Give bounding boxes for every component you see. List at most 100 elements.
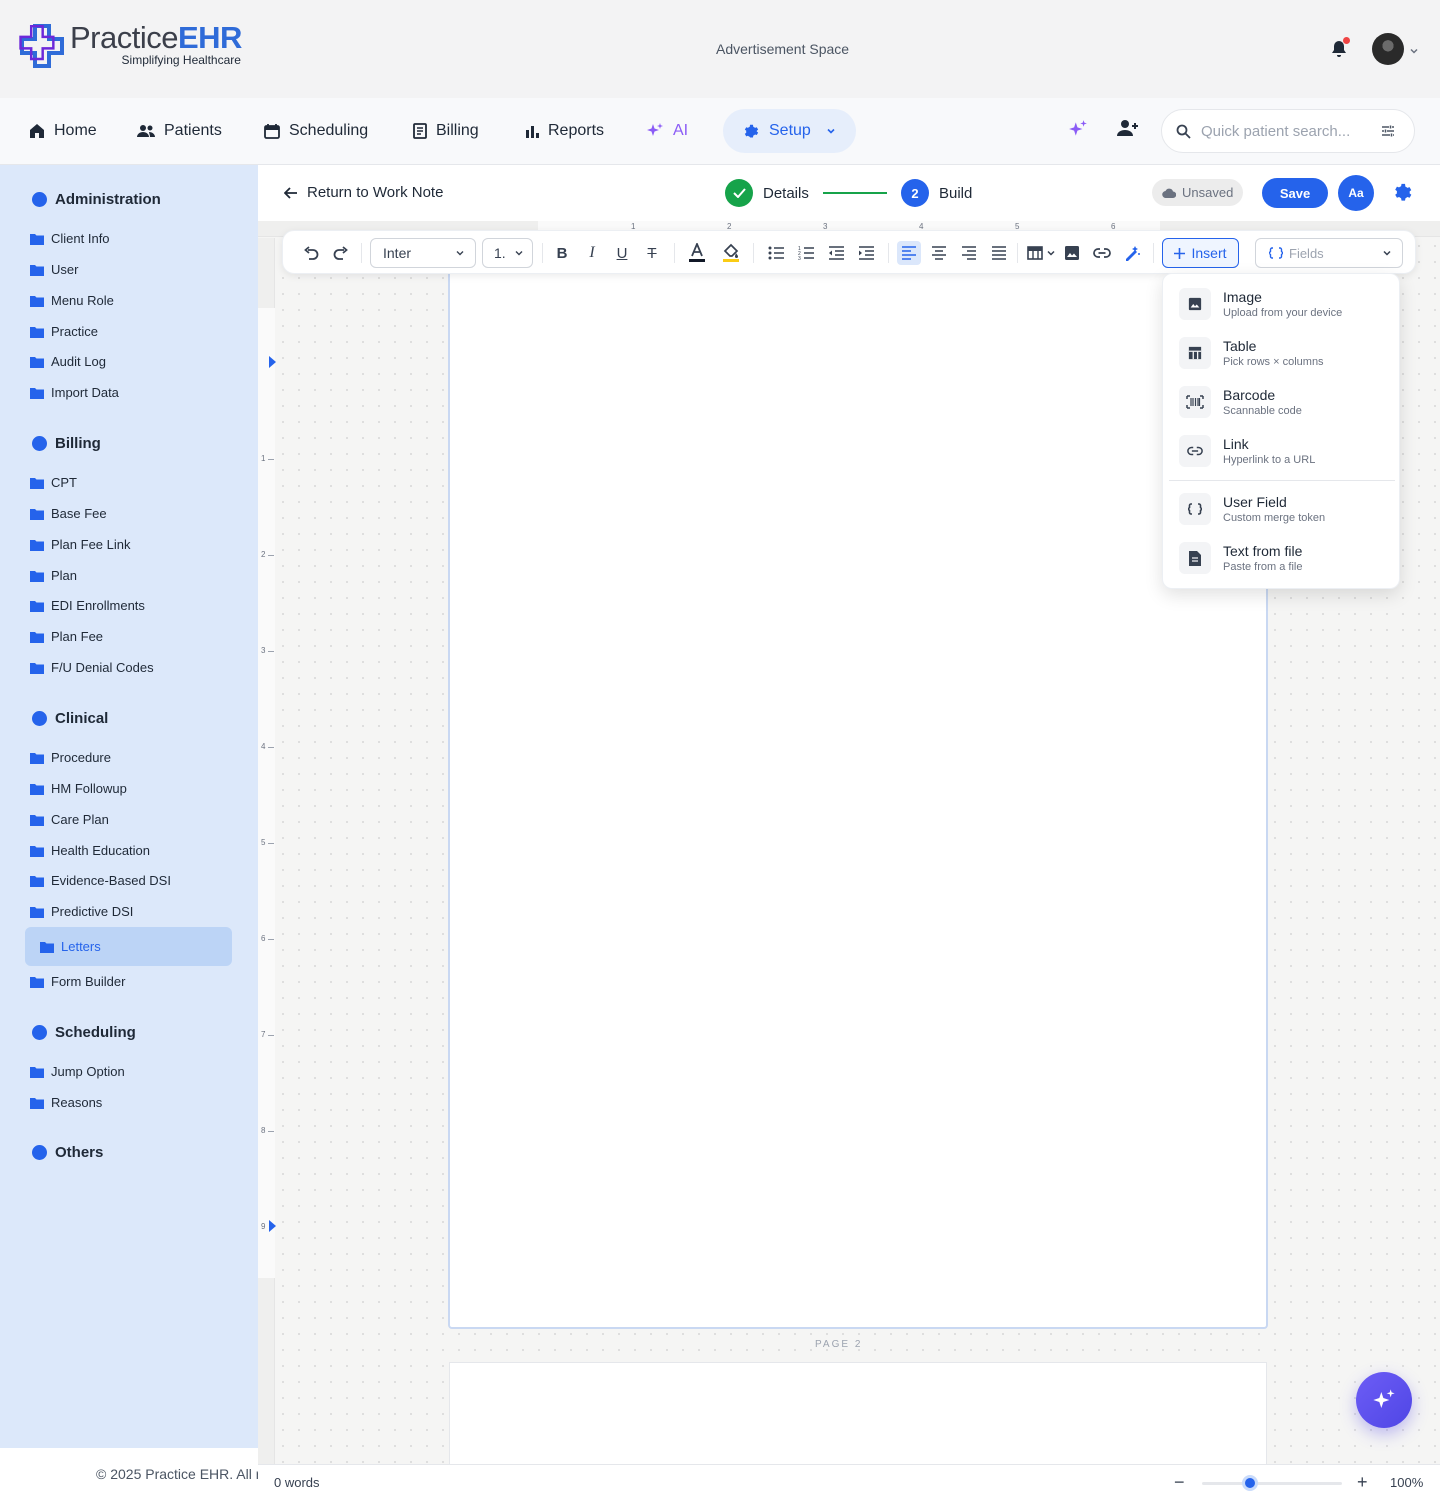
nav-setup[interactable]: Setup: [723, 109, 856, 153]
sidebar-item-form-builder[interactable]: Form Builder: [30, 974, 125, 989]
underline-icon[interactable]: U: [610, 241, 634, 265]
step-details[interactable]: Details: [725, 179, 809, 207]
align-right-icon[interactable]: [957, 241, 981, 265]
step-build[interactable]: 2 Build: [901, 179, 972, 207]
quick-patient-search[interactable]: [1161, 109, 1415, 153]
table-dropdown-icon[interactable]: [1023, 241, 1059, 265]
text-color-icon[interactable]: [685, 241, 709, 265]
insert-menu-item-barcode[interactable]: Barcode Scannable code: [1179, 386, 1302, 418]
nav-patients[interactable]: Patients: [137, 98, 222, 164]
sidebar-item-procedure[interactable]: Procedure: [30, 750, 111, 765]
bold-icon[interactable]: B: [550, 241, 574, 265]
folder-icon: [40, 941, 54, 953]
italic-icon[interactable]: I: [580, 241, 604, 265]
font-size-select[interactable]: 1.: [482, 238, 533, 268]
ai-sparkle-button[interactable]: [1068, 119, 1088, 144]
sidebar-item-reasons[interactable]: Reasons: [30, 1095, 102, 1110]
nav-scheduling-label: Scheduling: [289, 122, 369, 139]
user-avatar[interactable]: [1372, 33, 1404, 65]
sidebar-item-practice[interactable]: Practice: [30, 324, 98, 339]
sidebar-item-user[interactable]: User: [30, 262, 78, 277]
document-page-2[interactable]: [449, 1362, 1267, 1464]
insert-menu-item-user-field[interactable]: User Field Custom merge token: [1179, 493, 1325, 525]
sidebar-item-cpt[interactable]: CPT: [30, 475, 77, 490]
align-justify-icon[interactable]: [987, 241, 1011, 265]
zoom-slider-thumb[interactable]: [1241, 1475, 1258, 1491]
align-center-icon[interactable]: [927, 241, 951, 265]
sidebar-item-plan-fee-link[interactable]: Plan Fee Link: [30, 537, 131, 552]
zoom-in-button[interactable]: +: [1357, 1472, 1368, 1493]
return-to-work-note-link[interactable]: Return to Work Note: [284, 184, 443, 201]
sidebar-item-audit-log[interactable]: Audit Log: [30, 354, 106, 369]
add-patient-button[interactable]: [1117, 119, 1139, 142]
link-icon[interactable]: [1090, 241, 1114, 265]
link-icon: [1179, 435, 1211, 467]
insert-button[interactable]: Insert: [1162, 238, 1239, 268]
sidebar-item-letters[interactable]: Letters: [25, 927, 232, 966]
sidebar-item-plan[interactable]: Plan: [30, 568, 77, 583]
nav-ai[interactable]: AI: [646, 98, 688, 164]
sidebar-item-health-education[interactable]: Health Education: [30, 843, 150, 858]
font-family-select[interactable]: Inter: [370, 238, 476, 268]
document-page-1[interactable]: [448, 238, 1268, 1329]
insert-menu-item-image[interactable]: Image Upload from your device: [1179, 288, 1342, 320]
sidebar-item-fu-denial-codes[interactable]: F/U Denial Codes: [30, 660, 154, 675]
group-dot: [32, 192, 47, 207]
strikethrough-icon[interactable]: T: [640, 241, 664, 265]
nav-home[interactable]: Home: [29, 98, 97, 164]
vertical-ruler[interactable]: 1 2 3 4 5 6 7 8 9: [258, 238, 276, 1464]
sidebar-item-jump-option[interactable]: Jump Option: [30, 1064, 125, 1079]
sidebar-group-billing[interactable]: Billing: [32, 435, 101, 452]
sidebar-item-predictive-dsi[interactable]: Predictive DSI: [30, 904, 133, 919]
sidebar-group-administration[interactable]: Administration: [32, 191, 161, 208]
folder-icon: [30, 906, 44, 918]
insert-menu-item-link[interactable]: Link Hyperlink to a URL: [1179, 435, 1315, 467]
sidebar-group-scheduling[interactable]: Scheduling: [32, 1024, 136, 1041]
logo[interactable]: PracticeEHR Simplifying Healthcare: [18, 22, 242, 72]
sidebar-item-edi-enrollments[interactable]: EDI Enrollments: [30, 598, 145, 613]
nav-billing[interactable]: Billing: [413, 98, 479, 164]
filter-sliders-icon[interactable]: [1381, 124, 1395, 138]
insert-menu-item-table[interactable]: Table Pick rows × columns: [1179, 337, 1324, 369]
outdent-icon[interactable]: [824, 241, 848, 265]
sidebar-item-menu-role[interactable]: Menu Role: [30, 293, 114, 308]
ruler-number: 4: [261, 742, 266, 751]
chevron-down-icon[interactable]: [1409, 43, 1419, 61]
search-input[interactable]: [1201, 122, 1371, 140]
editor-settings-gear-icon[interactable]: [1392, 182, 1414, 209]
fields-select[interactable]: Fields: [1255, 238, 1403, 268]
sidebar-item-plan-fee[interactable]: Plan Fee: [30, 629, 103, 644]
image-icon[interactable]: [1060, 241, 1084, 265]
sidebar-item-import-data[interactable]: Import Data: [30, 385, 119, 400]
nav-reports[interactable]: Reports: [525, 98, 604, 164]
undo-icon[interactable]: [299, 241, 323, 265]
sidebar-group-clinical[interactable]: Clinical: [32, 710, 108, 727]
sidebar-item-care-plan[interactable]: Care Plan: [30, 812, 109, 827]
indent-icon[interactable]: [854, 241, 878, 265]
numbered-list-icon[interactable]: 123: [794, 241, 818, 265]
bulleted-list-icon[interactable]: [764, 241, 788, 265]
typography-button[interactable]: Aa: [1338, 175, 1374, 211]
zoom-out-button[interactable]: −: [1174, 1472, 1185, 1493]
braces-icon: [1269, 247, 1283, 259]
magic-pen-icon[interactable]: [1120, 241, 1144, 265]
top-margin-marker[interactable]: [269, 356, 276, 368]
insert-menu-item-text-from-file[interactable]: Text from file Paste from a file: [1179, 542, 1302, 574]
save-button[interactable]: Save: [1262, 178, 1328, 208]
zoom-slider-track[interactable]: [1202, 1482, 1342, 1485]
file-icon: [1179, 542, 1211, 574]
bottom-margin-marker[interactable]: [269, 1220, 276, 1232]
sidebar-item-evidence-based-dsi[interactable]: Evidence-Based DSI: [30, 873, 171, 888]
sidebar-group-others[interactable]: Others: [32, 1144, 103, 1161]
editor-statusbar: 0 words − + 100%: [258, 1464, 1440, 1500]
highlight-color-icon[interactable]: [719, 241, 743, 265]
ai-assistant-fab[interactable]: [1356, 1372, 1412, 1428]
sidebar-item-base-fee[interactable]: Base Fee: [30, 506, 107, 521]
nav-scheduling[interactable]: Scheduling: [264, 98, 368, 164]
align-left-icon[interactable]: [897, 241, 921, 265]
redo-icon[interactable]: [329, 241, 353, 265]
folder-icon: [30, 233, 44, 245]
menu-item-description: Upload from your device: [1223, 306, 1343, 319]
sidebar-item-hm-followup[interactable]: HM Followup: [30, 781, 127, 796]
sidebar-item-client-info[interactable]: Client Info: [30, 231, 110, 246]
